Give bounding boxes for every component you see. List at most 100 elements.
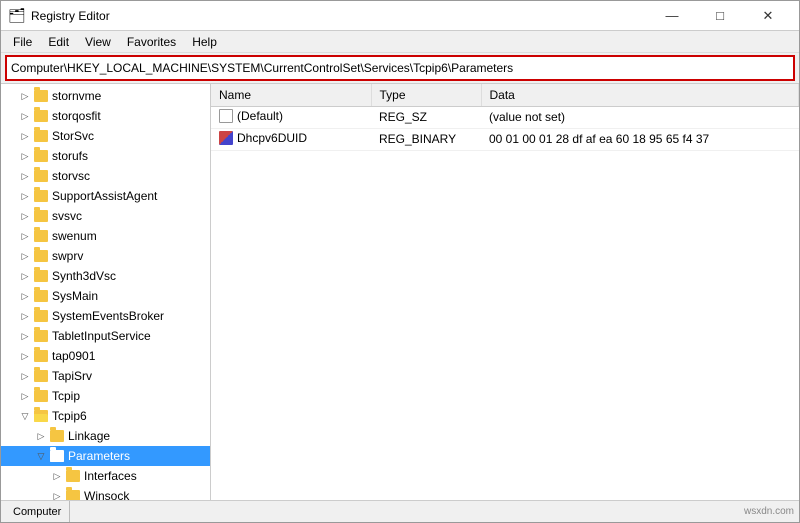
main-content: ▷ stornvme ▷ storqosfit ▷ StorSvc ▷ stor… (1, 83, 799, 500)
address-bar (5, 55, 795, 81)
menu-file[interactable]: File (5, 33, 40, 51)
tree-item-storvsc[interactable]: ▷ storvsc (1, 166, 210, 186)
folder-icon (33, 209, 49, 223)
folder-icon (33, 229, 49, 243)
tree-item-sysmain[interactable]: ▷ SysMain (1, 286, 210, 306)
tree-label: SysMain (52, 289, 98, 303)
expand-icon[interactable]: ▷ (49, 488, 65, 500)
tree-label: swprv (52, 249, 83, 263)
col-header-data[interactable]: Data (481, 84, 799, 106)
tree-label: Linkage (68, 429, 110, 443)
expand-icon[interactable]: ▷ (17, 348, 33, 364)
table-row[interactable]: (Default) REG_SZ (value not set) (211, 106, 799, 128)
tree-label: TapiSrv (52, 369, 92, 383)
window-title: Registry Editor (31, 9, 110, 23)
tree-item-svsvc[interactable]: ▷ svsvc (1, 206, 210, 226)
tree-item-tapisrv[interactable]: ▷ TapiSrv (1, 366, 210, 386)
tree-item-tap0901[interactable]: ▷ tap0901 (1, 346, 210, 366)
tree-item-tabletinputservice[interactable]: ▷ TabletInputService (1, 326, 210, 346)
tree-item-stornvme[interactable]: ▷ stornvme (1, 86, 210, 106)
expand-icon[interactable]: ▷ (17, 168, 33, 184)
tree-item-synth3dvsc[interactable]: ▷ Synth3dVsc (1, 266, 210, 286)
expand-icon[interactable]: ▷ (17, 108, 33, 124)
tree-label: SystemEventsBroker (52, 309, 164, 323)
tree-item-supportassistagent[interactable]: ▷ SupportAssistAgent (1, 186, 210, 206)
cell-type: REG_BINARY (371, 128, 481, 150)
expand-icon[interactable]: ▷ (17, 388, 33, 404)
tree-item-storsvc[interactable]: ▷ StorSvc (1, 126, 210, 146)
expand-icon[interactable]: ▽ (33, 448, 49, 464)
menu-view[interactable]: View (77, 33, 119, 51)
cell-type: REG_SZ (371, 106, 481, 128)
expand-icon[interactable]: ▷ (17, 268, 33, 284)
tree-label: swenum (52, 229, 97, 243)
expand-icon[interactable]: ▷ (17, 188, 33, 204)
data-panel: Name Type Data (Default) (211, 84, 799, 500)
cell-data: 00 01 00 01 28 df af ea 60 18 95 65 f4 3… (481, 128, 799, 150)
cell-data: (value not set) (481, 106, 799, 128)
tree-item-linkage[interactable]: ▷ Linkage (1, 426, 210, 446)
expand-icon[interactable]: ▽ (17, 408, 33, 424)
minimize-button[interactable]: — (649, 2, 695, 30)
col-header-name[interactable]: Name (211, 84, 371, 106)
tree-item-swprv[interactable]: ▷ swprv (1, 246, 210, 266)
folder-icon (33, 329, 49, 343)
expand-icon[interactable]: ▷ (33, 428, 49, 444)
folder-icon (33, 109, 49, 123)
tree-item-swenum[interactable]: ▷ swenum (1, 226, 210, 246)
tree-label: SupportAssistAgent (52, 189, 157, 203)
tree-label: storvsc (52, 169, 90, 183)
tree-item-storufs[interactable]: ▷ storufs (1, 146, 210, 166)
expand-icon[interactable]: ▷ (17, 228, 33, 244)
maximize-button[interactable]: □ (697, 2, 743, 30)
col-header-type[interactable]: Type (371, 84, 481, 106)
tree-item-systemeventsbroker[interactable]: ▷ SystemEventsBroker (1, 306, 210, 326)
app-icon: 🗂 (9, 8, 25, 24)
expand-icon[interactable]: ▷ (17, 88, 33, 104)
folder-icon (33, 309, 49, 323)
menu-favorites[interactable]: Favorites (119, 33, 184, 51)
tree-item-parameters[interactable]: ▽ Parameters (1, 446, 210, 466)
tree-item-storqosfit[interactable]: ▷ storqosfit (1, 106, 210, 126)
reg-icon-default: (Default) (219, 109, 283, 123)
folder-icon (49, 429, 65, 443)
expand-icon[interactable]: ▷ (49, 468, 65, 484)
tree-item-tcpip6[interactable]: ▽ Tcpip6 (1, 406, 210, 426)
folder-icon (33, 269, 49, 283)
folder-icon (49, 449, 65, 463)
tree-label: Tcpip (52, 389, 80, 403)
registry-tree: ▷ stornvme ▷ storqosfit ▷ StorSvc ▷ stor… (1, 84, 211, 500)
menu-edit[interactable]: Edit (40, 33, 77, 51)
tree-label: tap0901 (52, 349, 95, 363)
folder-icon (33, 289, 49, 303)
tree-label: Synth3dVsc (52, 269, 116, 283)
expand-icon[interactable]: ▷ (17, 128, 33, 144)
folder-icon (65, 489, 81, 500)
close-button[interactable]: ✕ (745, 2, 791, 30)
title-bar: 🗂 Registry Editor — □ ✕ (1, 1, 799, 31)
folder-icon (33, 129, 49, 143)
tree-item-interfaces[interactable]: ▷ Interfaces (1, 466, 210, 486)
expand-icon[interactable]: ▷ (17, 288, 33, 304)
address-input[interactable] (11, 61, 789, 75)
registry-data-table: Name Type Data (Default) (211, 84, 799, 151)
menu-help[interactable]: Help (184, 33, 225, 51)
cell-name[interactable]: (Default) (211, 106, 371, 128)
expand-icon[interactable]: ▷ (17, 368, 33, 384)
default-value-icon (219, 109, 233, 123)
expand-icon[interactable]: ▷ (17, 308, 33, 324)
expand-icon[interactable]: ▷ (17, 208, 33, 224)
folder-icon (33, 389, 49, 403)
table-row[interactable]: Dhcpv6DUID REG_BINARY 00 01 00 01 28 df … (211, 128, 799, 150)
tree-label: storqosfit (52, 109, 101, 123)
tree-label: TabletInputService (52, 329, 151, 343)
cell-name[interactable]: Dhcpv6DUID (211, 128, 371, 150)
expand-icon[interactable]: ▷ (17, 148, 33, 164)
folder-icon (65, 469, 81, 483)
expand-icon[interactable]: ▷ (17, 328, 33, 344)
tree-item-winsock[interactable]: ▷ Winsock (1, 486, 210, 500)
folder-icon (33, 349, 49, 363)
expand-icon[interactable]: ▷ (17, 248, 33, 264)
tree-item-tcpip[interactable]: ▷ Tcpip (1, 386, 210, 406)
title-bar-left: 🗂 Registry Editor (9, 8, 110, 24)
